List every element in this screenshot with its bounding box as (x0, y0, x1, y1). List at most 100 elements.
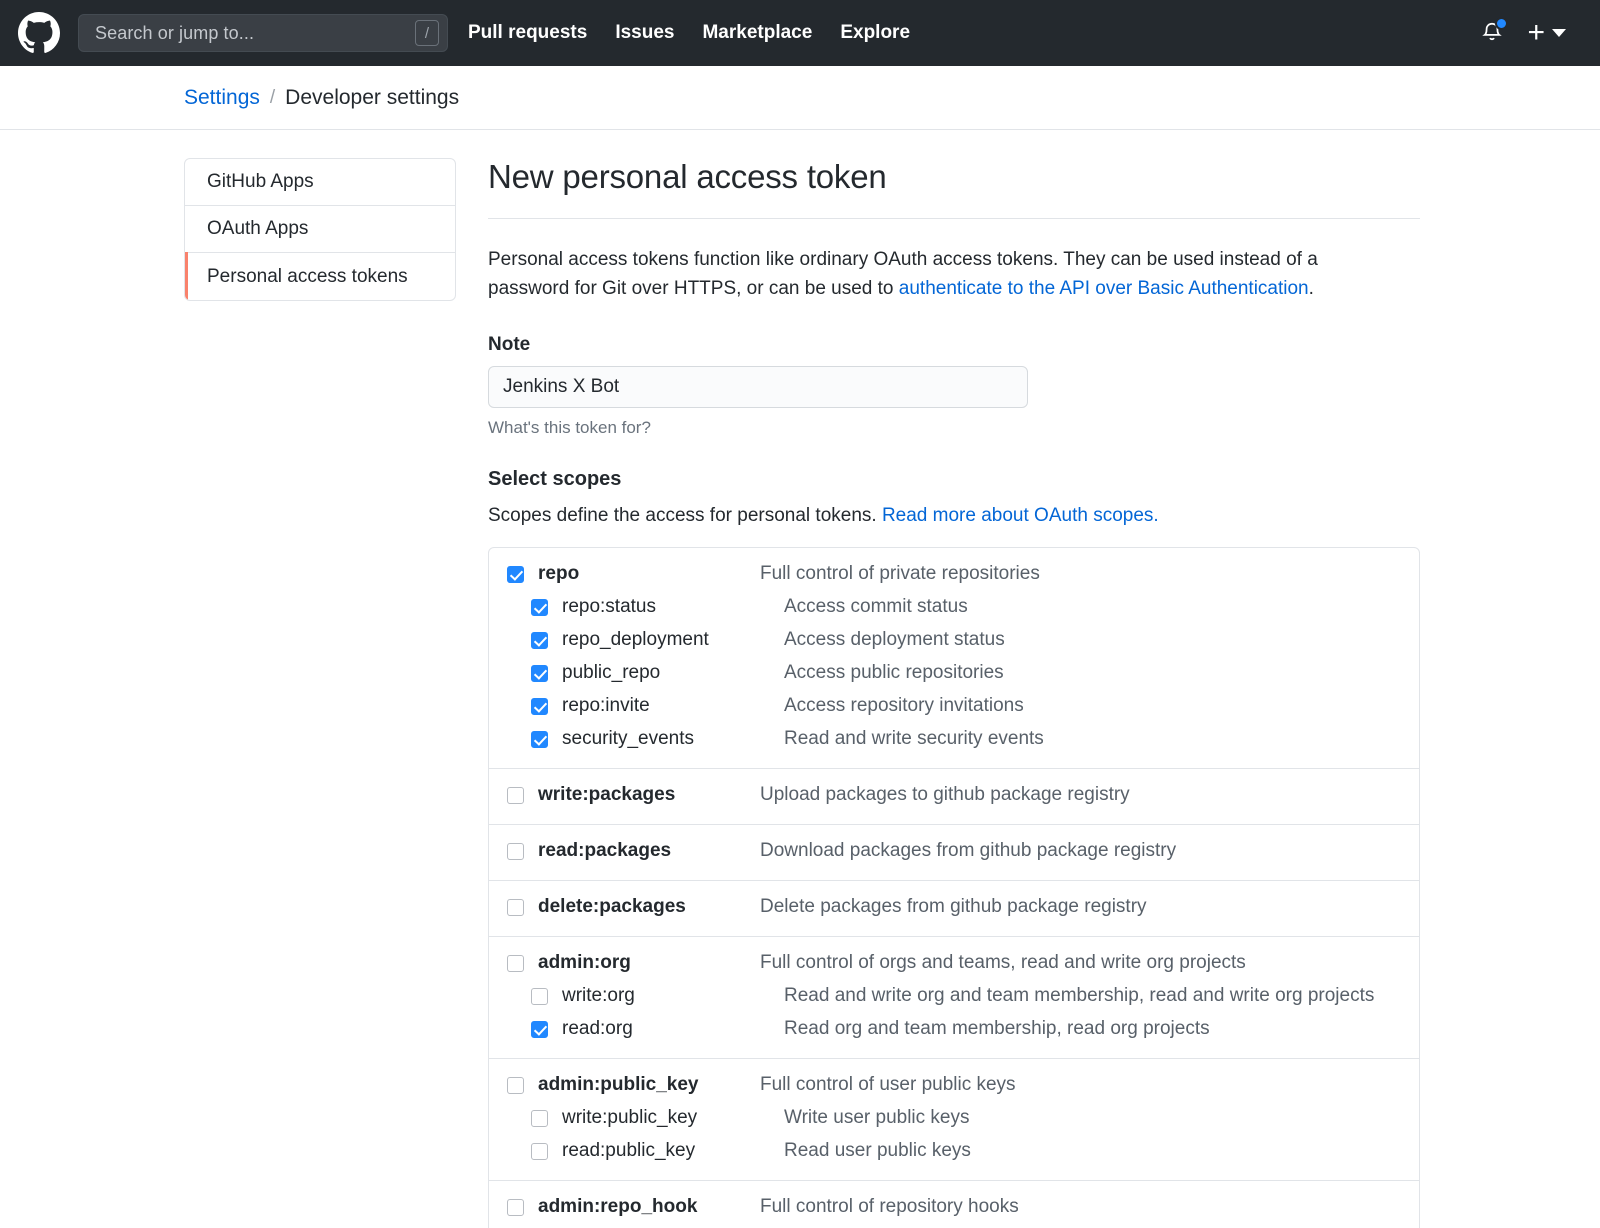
scope-description: Full control of private repositories (760, 563, 1040, 585)
scope-name: read:public_key (562, 1140, 784, 1162)
scope-row[interactable]: admin:repo_hookFull control of repositor… (489, 1191, 1419, 1224)
note-input[interactable]: Jenkins X Bot (488, 366, 1028, 408)
scope-group: read:packagesDownload packages from gith… (489, 825, 1419, 881)
scope-row[interactable]: write:packagesUpload packages to github … (489, 779, 1419, 812)
search-input[interactable]: Search or jump to... / (78, 14, 448, 52)
scope-name: read:org (562, 1018, 784, 1040)
breadcrumb-current: Developer settings (285, 86, 459, 110)
scope-description: Full control of orgs and teams, read and… (760, 952, 1246, 974)
scope-row[interactable]: delete:packagesDelete packages from gith… (489, 891, 1419, 924)
basic-auth-docs-link[interactable]: authenticate to the API over Basic Authe… (899, 278, 1309, 299)
scope-checkbox-read:public_key[interactable] (531, 1143, 548, 1160)
scopes-description-text: Scopes define the access for personal to… (488, 505, 882, 526)
select-scopes-heading: Select scopes (488, 468, 1420, 491)
global-header: Search or jump to... / Pull requests Iss… (0, 0, 1600, 66)
scope-description: Download packages from github package re… (760, 840, 1176, 862)
scope-row[interactable]: write:repo_hookWrite repository hooks (489, 1224, 1419, 1228)
scope-checkbox-admin:public_key[interactable] (507, 1077, 524, 1094)
scope-row[interactable]: write:public_keyWrite user public keys (489, 1102, 1419, 1135)
scope-group: delete:packagesDelete packages from gith… (489, 881, 1419, 937)
scope-name: write:packages (538, 784, 760, 806)
scope-group: admin:repo_hookFull control of repositor… (489, 1181, 1419, 1228)
scope-checkbox-write:public_key[interactable] (531, 1110, 548, 1127)
sidebar-item-label: OAuth Apps (207, 218, 308, 240)
search-placeholder: Search or jump to... (95, 23, 415, 44)
note-label: Note (488, 334, 1420, 356)
scope-description: Full control of repository hooks (760, 1196, 1019, 1218)
page-body: GitHub Apps OAuth Apps Personal access t… (0, 130, 1600, 1228)
scope-row[interactable]: public_repoAccess public repositories (489, 657, 1419, 690)
settings-sidebar: GitHub Apps OAuth Apps Personal access t… (184, 158, 456, 1228)
scope-checkbox-security_events[interactable] (531, 731, 548, 748)
scope-row[interactable]: write:orgRead and write org and team mem… (489, 980, 1419, 1013)
scope-group: write:packagesUpload packages to github … (489, 769, 1419, 825)
note-help-text: What's this token for? (488, 418, 1420, 438)
scope-checkbox-write:org[interactable] (531, 988, 548, 1005)
scope-description: Read user public keys (784, 1140, 971, 1162)
scope-row[interactable]: repo:statusAccess commit status (489, 591, 1419, 624)
scope-checkbox-repo:invite[interactable] (531, 698, 548, 715)
breadcrumb-separator: / (270, 87, 275, 109)
scope-name: write:org (562, 985, 784, 1007)
nav-item-marketplace[interactable]: Marketplace (702, 22, 812, 44)
scope-checkbox-read:org[interactable] (531, 1021, 548, 1038)
scope-row[interactable]: read:public_keyRead user public keys (489, 1135, 1419, 1168)
sidebar-item-personal-access-tokens[interactable]: Personal access tokens (185, 253, 455, 300)
scope-row[interactable]: repoFull control of private repositories (489, 558, 1419, 591)
create-new-button[interactable]: + (1527, 23, 1566, 43)
nav-item-pull-requests[interactable]: Pull requests (468, 22, 587, 44)
scope-name: admin:org (538, 952, 760, 974)
scope-checkbox-public_repo[interactable] (531, 665, 548, 682)
scope-row[interactable]: admin:public_keyFull control of user pub… (489, 1069, 1419, 1102)
nav-item-explore[interactable]: Explore (840, 22, 910, 44)
scope-row[interactable]: repo_deploymentAccess deployment status (489, 624, 1419, 657)
scope-checkbox-delete:packages[interactable] (507, 899, 524, 916)
scope-description: Write user public keys (784, 1107, 970, 1129)
bell-icon[interactable] (1479, 18, 1505, 48)
scope-name: repo_deployment (562, 629, 784, 651)
scope-group: admin:public_keyFull control of user pub… (489, 1059, 1419, 1181)
scope-checkbox-admin:repo_hook[interactable] (507, 1199, 524, 1216)
scope-description: Full control of user public keys (760, 1074, 1016, 1096)
sidebar-menu: GitHub Apps OAuth Apps Personal access t… (184, 158, 456, 301)
scope-checkbox-write:packages[interactable] (507, 787, 524, 804)
scope-row[interactable]: read:packagesDownload packages from gith… (489, 835, 1419, 868)
sidebar-item-label: Personal access tokens (207, 266, 408, 288)
scope-name: write:public_key (562, 1107, 784, 1129)
scope-row[interactable]: security_eventsRead and write security e… (489, 723, 1419, 756)
notification-indicator-dot (1495, 17, 1508, 30)
scope-checkbox-admin:org[interactable] (507, 955, 524, 972)
sidebar-item-github-apps[interactable]: GitHub Apps (185, 159, 455, 206)
scope-description: Access deployment status (784, 629, 1005, 651)
note-input-value: Jenkins X Bot (503, 376, 619, 398)
search-shortcut-badge: / (415, 20, 439, 46)
scope-name: public_repo (562, 662, 784, 684)
scope-description: Read org and team membership, read org p… (784, 1018, 1210, 1040)
intro-text-after: . (1309, 278, 1314, 299)
scope-row[interactable]: admin:orgFull control of orgs and teams,… (489, 947, 1419, 980)
nav-item-issues[interactable]: Issues (615, 22, 674, 44)
scope-name: repo:invite (562, 695, 784, 717)
sidebar-item-oauth-apps[interactable]: OAuth Apps (185, 206, 455, 253)
scope-checkbox-repo[interactable] (507, 566, 524, 583)
scope-row[interactable]: read:orgRead org and team membership, re… (489, 1013, 1419, 1046)
header-actions: + (1479, 18, 1584, 48)
intro-paragraph: Personal access tokens function like ord… (488, 245, 1393, 304)
plus-icon: + (1527, 23, 1545, 43)
scope-checkbox-repo:status[interactable] (531, 599, 548, 616)
scopes-description: Scopes define the access for personal to… (488, 505, 1420, 527)
scope-checkbox-read:packages[interactable] (507, 843, 524, 860)
scopes-list: repoFull control of private repositories… (488, 547, 1420, 1228)
scope-name: delete:packages (538, 896, 760, 918)
scope-description: Access repository invitations (784, 695, 1024, 717)
scope-name: security_events (562, 728, 784, 750)
scope-name: admin:public_key (538, 1074, 760, 1096)
breadcrumb: Settings / Developer settings (0, 66, 1600, 130)
breadcrumb-link-settings[interactable]: Settings (184, 86, 260, 110)
scope-name: admin:repo_hook (538, 1196, 760, 1218)
github-mark-icon[interactable] (18, 12, 60, 54)
scope-description: Delete packages from github package regi… (760, 896, 1147, 918)
oauth-scopes-docs-link[interactable]: Read more about OAuth scopes. (882, 505, 1159, 526)
scope-checkbox-repo_deployment[interactable] (531, 632, 548, 649)
scope-row[interactable]: repo:inviteAccess repository invitations (489, 690, 1419, 723)
